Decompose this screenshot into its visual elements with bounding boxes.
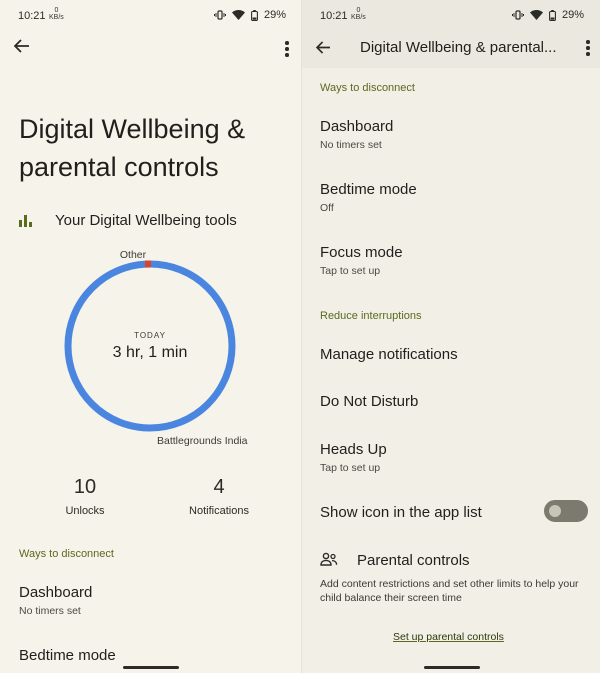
network-speed-value: 0	[54, 7, 59, 14]
notifications-label: Notifications	[189, 505, 249, 517]
arrow-back-icon	[13, 39, 29, 53]
battery-icon	[251, 9, 258, 21]
bar-chart-icon	[19, 214, 33, 227]
bedtime-mode-item[interactable]: Bedtime mode	[19, 647, 116, 664]
section-ways-to-disconnect: Ways to disconnect	[19, 548, 114, 560]
back-button[interactable]	[13, 37, 30, 58]
heads-up-title: Heads Up	[320, 441, 387, 458]
status-time: 10:21	[320, 10, 348, 22]
more-vert-dot	[285, 53, 289, 57]
status-bar-right: 10:21 0 KB/s 29%	[302, 0, 600, 32]
dashboard-subtitle: No timers set	[320, 139, 382, 151]
status-time: 10:21	[18, 10, 46, 22]
status-bar: 10:21 0 KB/s 29%	[0, 0, 302, 32]
notifications-count: 4	[213, 476, 225, 498]
wifi-icon	[529, 10, 543, 20]
gesture-navbar[interactable]	[424, 666, 480, 669]
vibrate-icon	[213, 10, 226, 20]
network-speed-value: 0	[356, 7, 361, 14]
show-icon-label: Show icon in the app list	[320, 504, 482, 521]
more-vert-icon	[586, 40, 590, 44]
section-reduce-interruptions: Reduce interruptions	[320, 310, 422, 322]
app-bar-title: Digital Wellbeing & parental...	[360, 39, 557, 56]
chart-label-app: Battlegrounds India	[157, 435, 248, 447]
focus-mode-subtitle: Tap to set up	[320, 265, 381, 277]
page-title: Digital Wellbeing & parental controls	[19, 114, 246, 182]
manage-notifications-item[interactable]: Manage notifications	[320, 346, 458, 363]
more-vert-dot	[586, 52, 590, 56]
bedtime-mode-subtitle: Off	[320, 202, 334, 214]
battery-percent: 29%	[561, 9, 584, 21]
tools-header: Your Digital Wellbeing tools	[19, 212, 237, 229]
today-label: TODAY	[134, 330, 166, 340]
setup-parental-controls-link[interactable]: Set up parental controls	[393, 631, 504, 643]
section-ways-to-disconnect: Ways to disconnect	[320, 82, 415, 94]
wifi-icon	[231, 10, 245, 20]
arrow-back-icon	[315, 41, 330, 54]
more-vert-icon	[285, 41, 289, 45]
network-speed-unit: KB/s	[49, 14, 64, 21]
toggle-knob	[549, 505, 561, 517]
dashboard-subtitle: No timers set	[19, 605, 81, 617]
unlocks-label: Unlocks	[65, 505, 105, 517]
dashboard-title: Dashboard	[320, 118, 394, 135]
network-speed: 0 KB/s	[351, 7, 366, 21]
do-not-disturb-item[interactable]: Do Not Disturb	[320, 393, 418, 410]
more-options-button[interactable]	[285, 41, 289, 59]
status-icons: 29%	[511, 9, 584, 21]
notifications-stat[interactable]: 4 Notifications	[180, 476, 258, 517]
battery-percent: 29%	[263, 9, 286, 21]
show-icon-toggle[interactable]	[544, 500, 588, 522]
parental-controls-description: Add content restrictions and set other l…	[320, 578, 579, 604]
total-screen-time: 3 hr, 1 min	[112, 343, 188, 361]
dashboard-title: Dashboard	[19, 584, 93, 601]
right-screen: 10:21 0 KB/s 29% Digital Wellbeing & par…	[302, 0, 600, 673]
heads-up-subtitle: Tap to set up	[320, 462, 381, 474]
network-speed-unit: KB/s	[351, 14, 366, 21]
back-button[interactable]	[315, 38, 331, 59]
left-screen: 10:21 0 KB/s 29% Digital Wellbeing & par…	[0, 0, 302, 673]
more-options-button[interactable]	[586, 40, 590, 58]
more-vert-dot	[285, 47, 289, 51]
battery-icon	[549, 9, 556, 21]
unlocks-count: 10	[73, 476, 97, 498]
tools-label: Your Digital Wellbeing tools	[55, 212, 237, 229]
focus-mode-title: Focus mode	[320, 244, 403, 261]
family-icon	[320, 552, 338, 566]
bedtime-mode-title: Bedtime mode	[320, 181, 417, 198]
donut-center: TODAY 3 hr, 1 min	[60, 256, 240, 436]
gesture-navbar[interactable]	[123, 666, 179, 669]
vibrate-icon	[511, 10, 524, 20]
more-vert-dot	[586, 46, 590, 50]
parental-controls-title: Parental controls	[357, 552, 470, 569]
status-icons: 29%	[213, 9, 286, 21]
network-speed: 0 KB/s	[49, 7, 64, 21]
unlocks-stat[interactable]: 10 Unlocks	[52, 476, 118, 517]
